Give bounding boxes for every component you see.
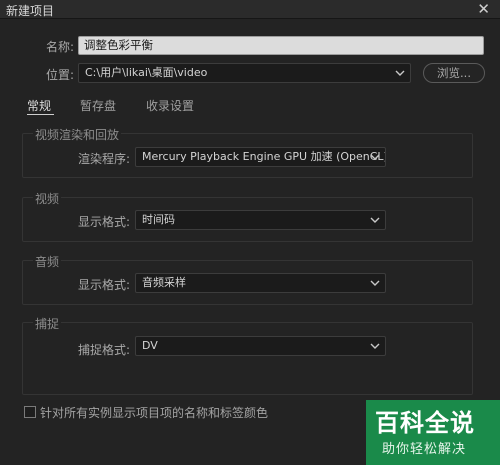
location-value: C:\用户\likai\桌面\video [85,66,208,79]
project-name-input[interactable]: 调整色彩平衡 [78,36,484,55]
tab-general[interactable]: 常规 [27,97,51,114]
close-icon[interactable]: ✕ [477,0,490,18]
renderer-value: Mercury Playback Engine GPU 加速 (OpenCL) [142,150,386,163]
video-format-value: 时间码 [142,213,175,226]
renderer-dropdown[interactable]: Mercury Playback Engine GPU 加速 (OpenCL) [135,147,386,167]
audio-group-title: 音频 [33,253,62,270]
tab-scratch-disks[interactable]: 暂存盘 [80,97,116,114]
capture-format-label: 捕捉格式: [77,343,130,357]
label-colors-checkbox-label: 针对所有实例显示项目项的名称和标签颜色 [40,406,269,420]
audio-format-label: 显示格式: [77,278,130,292]
capture-group-title: 捕捉 [33,315,62,332]
renderer-label: 渲染程序: [77,152,130,166]
tab-ingest-settings[interactable]: 收录设置 [146,97,194,114]
title-bar: 新建项目 ✕ [0,0,500,19]
window-title: 新建项目 [6,4,55,18]
video-group-title: 视频 [33,190,62,207]
location-dropdown[interactable]: C:\用户\likai\桌面\video [78,63,411,83]
audio-format-value: 音频采样 [142,276,186,289]
video-format-label: 显示格式: [77,215,130,229]
active-tab-indicator [27,114,54,115]
name-label: 名称: [45,40,74,54]
label-colors-checkbox[interactable] [24,406,36,418]
browse-button[interactable]: 浏览... [423,63,485,83]
audio-format-dropdown[interactable]: 音频采样 [135,273,386,293]
chevron-down-icon [370,212,380,228]
render-group-title: 视频渲染和回放 [33,126,122,143]
watermark-logo: 百科全说 助你轻松解决 [366,400,500,465]
chevron-down-icon [370,149,380,165]
chevron-down-icon [395,65,405,81]
chevron-down-icon [370,275,380,291]
location-label: 位置: [45,68,74,82]
watermark-main-text: 百科全说 [375,409,475,437]
capture-format-dropdown[interactable]: DV [135,336,386,356]
capture-format-value: DV [142,339,158,352]
video-format-dropdown[interactable]: 时间码 [135,210,386,230]
capture-group [22,322,473,395]
watermark-sub-text: 助你轻松解决 [382,442,467,457]
chevron-down-icon [370,338,380,354]
